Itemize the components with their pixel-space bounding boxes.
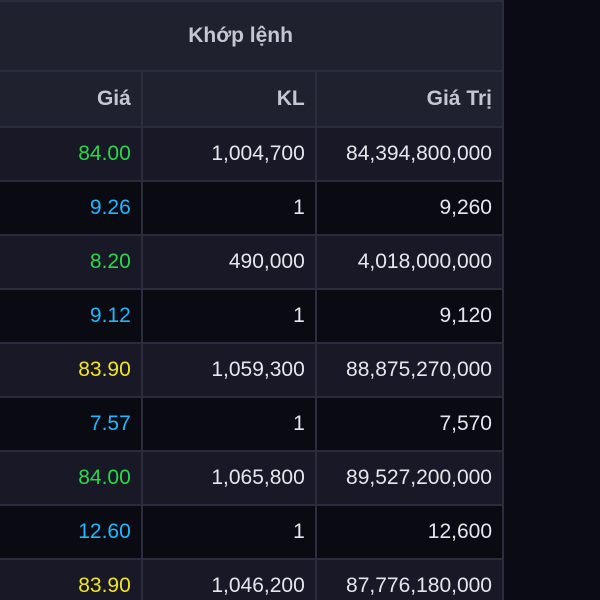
column-header-volume[interactable]: KL <box>140 70 317 128</box>
table-row[interactable]: 9.26 1 9,260 <box>0 180 505 236</box>
orders-body: 84.00 1,004,700 84,394,800,000 9.26 1 9,260 8.… <box>0 126 505 600</box>
column-header-row: Giá KL Giá Trị <box>0 70 505 128</box>
table-row[interactable]: 7.57 1 7,570 <box>0 396 505 452</box>
column-header-price[interactable]: Giá <box>0 70 143 128</box>
group-header-title: Khớp lệnh <box>0 0 504 72</box>
volume-cell: 1 <box>140 288 317 344</box>
volume-cell: 1 <box>140 396 317 452</box>
matched-orders-panel: Khớp lệnh Giá KL Giá Trị 84.00 1,004,700 8… <box>0 0 600 600</box>
value-cell: 87,776,180,000 <box>314 558 505 600</box>
table-row[interactable]: 84.00 1,065,800 89,527,200,000 <box>0 450 505 506</box>
value-cell: 12,600 <box>314 504 505 560</box>
table-row[interactable]: 84.00 1,004,700 84,394,800,000 <box>0 126 505 182</box>
value-cell: 7,570 <box>314 396 505 452</box>
value-cell: 9,120 <box>314 288 505 344</box>
table-row[interactable]: 83.90 1,059,300 88,875,270,000 <box>0 342 505 398</box>
table-row[interactable]: 12.60 1 12,600 <box>0 504 505 560</box>
price-cell: 83.90 <box>0 558 143 600</box>
volume-cell: 1 <box>140 180 317 236</box>
volume-cell: 1 <box>140 504 317 560</box>
value-cell: 88,875,270,000 <box>314 342 505 398</box>
volume-cell: 490,000 <box>140 234 317 290</box>
column-header-value[interactable]: Giá Trị <box>314 70 505 128</box>
price-cell: 84.00 <box>0 126 143 182</box>
price-cell: 8.20 <box>0 234 143 290</box>
volume-cell: 1,065,800 <box>140 450 317 506</box>
price-cell: 84.00 <box>0 450 143 506</box>
price-cell: 9.12 <box>0 288 143 344</box>
group-header-row: Khớp lệnh <box>0 0 504 72</box>
table-row[interactable]: 8.20 490,000 4,018,000,000 <box>0 234 505 290</box>
value-cell: 9,260 <box>314 180 505 236</box>
volume-cell: 1,046,200 <box>140 558 317 600</box>
price-cell: 9.26 <box>0 180 143 236</box>
volume-cell: 1,059,300 <box>140 342 317 398</box>
price-cell: 7.57 <box>0 396 143 452</box>
price-cell: 83.90 <box>0 342 143 398</box>
table-row[interactable]: 9.12 1 9,120 <box>0 288 505 344</box>
value-cell: 84,394,800,000 <box>314 126 505 182</box>
value-cell: 4,018,000,000 <box>314 234 505 290</box>
volume-cell: 1,004,700 <box>140 126 317 182</box>
value-cell: 89,527,200,000 <box>314 450 505 506</box>
matched-orders-table: Khớp lệnh Giá KL Giá Trị 84.00 1,004,700 8… <box>0 0 505 600</box>
table-row[interactable]: 83.90 1,046,200 87,776,180,000 <box>0 558 505 600</box>
price-cell: 12.60 <box>0 504 143 560</box>
